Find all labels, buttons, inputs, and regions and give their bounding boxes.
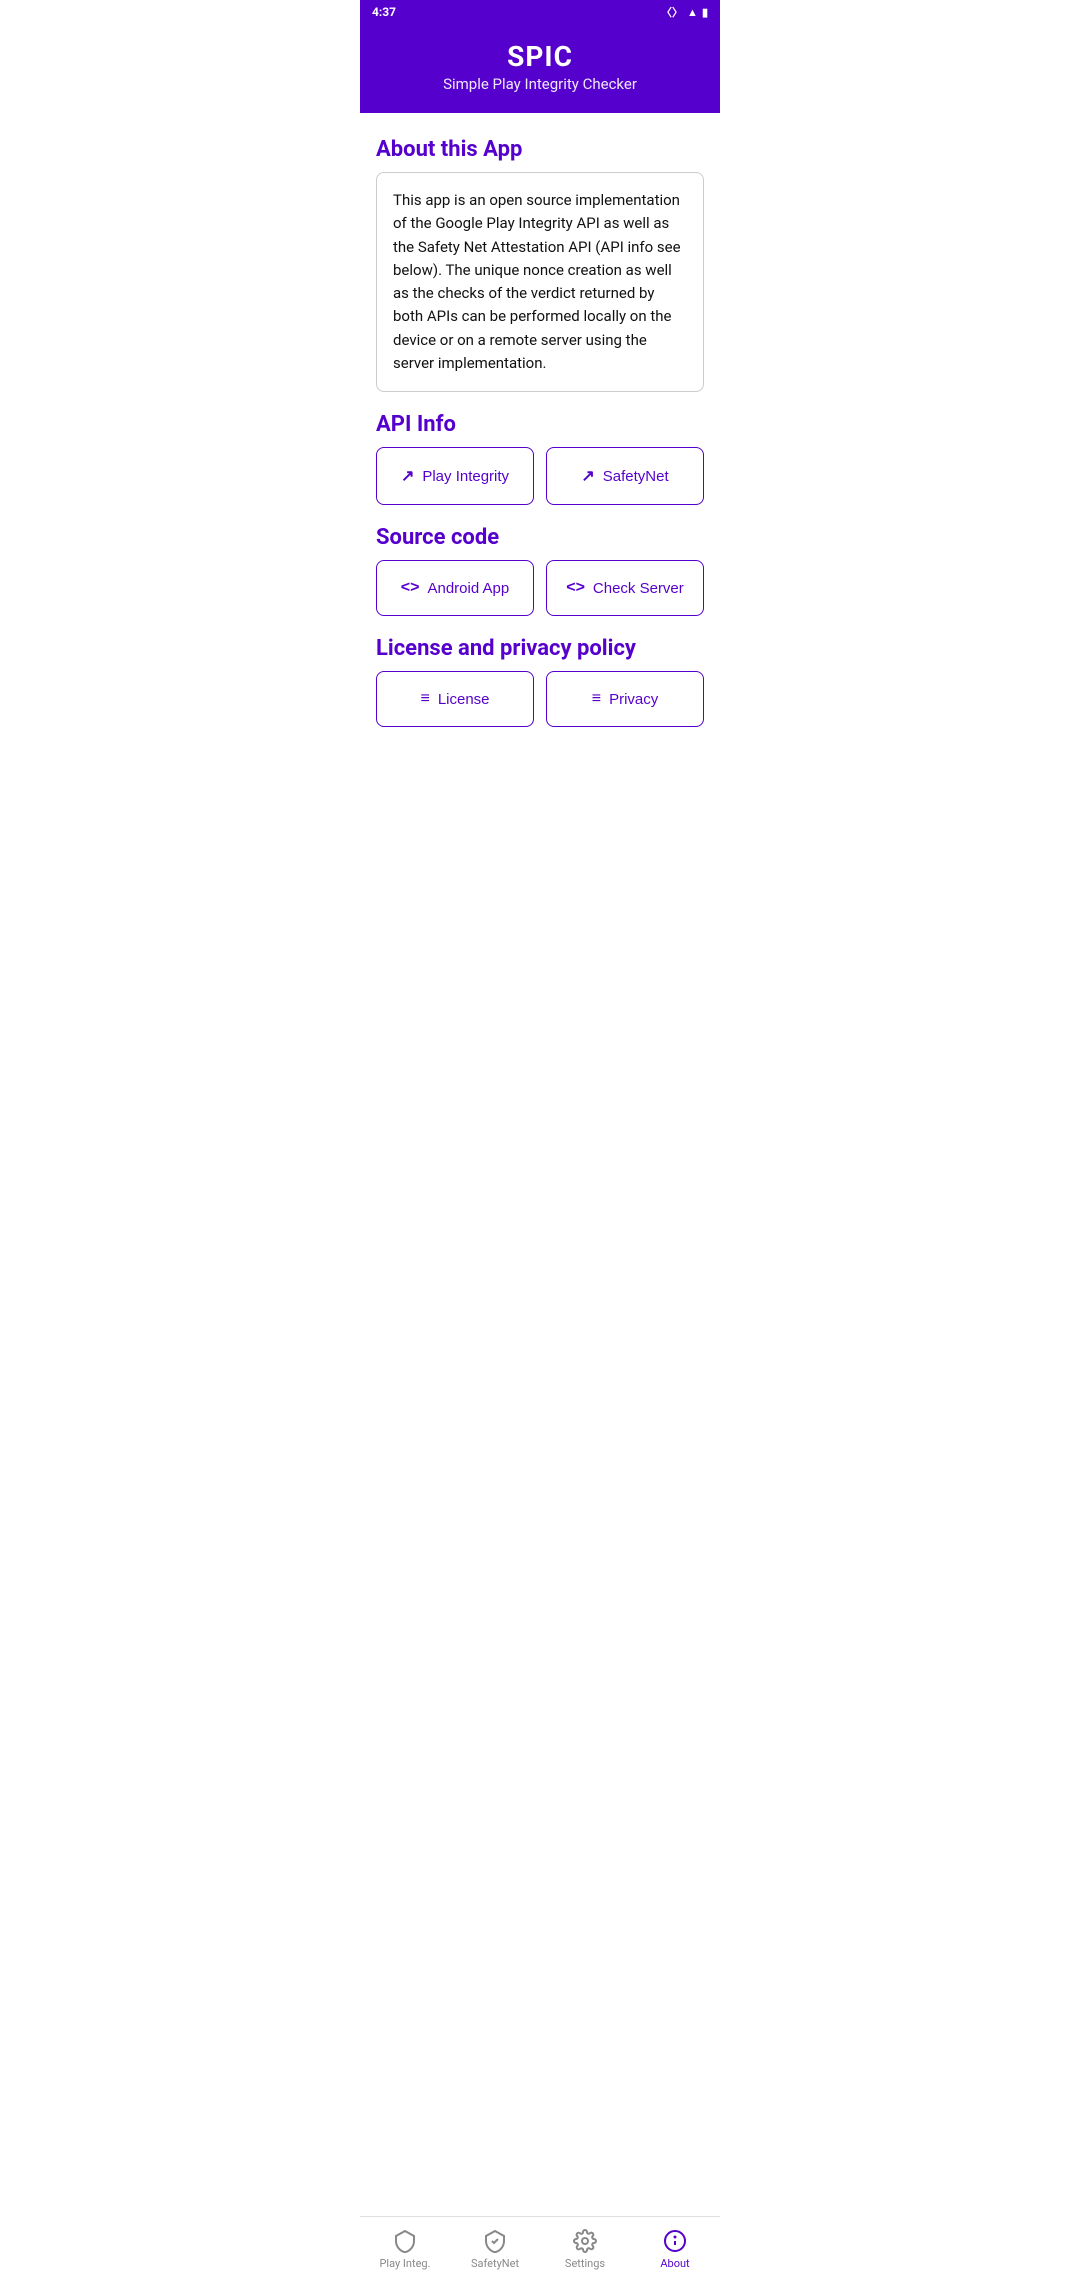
license-button[interactable]: ≡ License [376, 671, 534, 727]
license-section-title: License and privacy policy [376, 636, 704, 661]
battery-icon: ▮ [702, 6, 708, 19]
app-subtitle: Simple Play Integrity Checker [376, 75, 704, 93]
nav-item-about[interactable]: About [630, 2217, 720, 2280]
external-link-icon-safety: ↗ [581, 466, 594, 486]
play-integrity-label: Play Integrity [422, 468, 509, 485]
status-icons: 〈〉 ▲ ▮ [661, 4, 708, 20]
wifi-icon: 〈〉 [661, 4, 683, 20]
settings-nav-label: Settings [565, 2257, 605, 2270]
api-info-buttons: ↗ Play Integrity ↗ SafetyNet [376, 447, 704, 505]
status-time: 4:37 [372, 5, 396, 19]
android-app-button[interactable]: <> Android App [376, 560, 534, 616]
play-integrity-nav-icon [392, 2228, 418, 2254]
source-code-section-title: Source code [376, 525, 704, 550]
nav-item-safetynet[interactable]: SafetyNet [450, 2217, 540, 2280]
settings-nav-icon [572, 2228, 598, 2254]
about-section-title: About this App [376, 137, 704, 162]
main-content: About this App This app is an open sourc… [360, 113, 720, 827]
safetynet-label: SafetyNet [603, 468, 669, 485]
nav-item-settings[interactable]: Settings [540, 2217, 630, 2280]
signal-icon: ▲ [687, 6, 698, 19]
external-link-icon-play: ↗ [401, 466, 414, 486]
play-integrity-nav-label: Play Integ. [379, 2257, 430, 2270]
about-nav-icon [662, 2228, 688, 2254]
list-icon-license: ≡ [420, 690, 429, 708]
license-buttons: ≡ License ≡ Privacy [376, 671, 704, 727]
safetynet-button[interactable]: ↗ SafetyNet [546, 447, 704, 505]
privacy-label: Privacy [609, 691, 658, 708]
status-bar: 4:37 〈〉 ▲ ▮ [360, 0, 720, 24]
android-app-label: Android App [427, 580, 509, 597]
app-title: SPIC [376, 40, 704, 73]
api-info-section-title: API Info [376, 412, 704, 437]
check-server-button[interactable]: <> Check Server [546, 560, 704, 616]
safetynet-nav-label: SafetyNet [471, 2257, 519, 2270]
code-icon-server: <> [566, 579, 585, 597]
about-nav-label: About [660, 2257, 689, 2270]
privacy-button[interactable]: ≡ Privacy [546, 671, 704, 727]
bottom-nav: Play Integ. SafetyNet Settings A [360, 2216, 720, 2280]
play-integrity-button[interactable]: ↗ Play Integrity [376, 447, 534, 505]
source-code-buttons: <> Android App <> Check Server [376, 560, 704, 616]
nav-item-play-integrity[interactable]: Play Integ. [360, 2217, 450, 2280]
list-icon-privacy: ≡ [592, 690, 601, 708]
check-server-label: Check Server [593, 580, 684, 597]
app-header: SPIC Simple Play Integrity Checker [360, 24, 720, 113]
license-label: License [438, 691, 490, 708]
about-description: This app is an open source implementatio… [376, 172, 704, 392]
code-icon-android: <> [401, 579, 420, 597]
safetynet-nav-icon [482, 2228, 508, 2254]
